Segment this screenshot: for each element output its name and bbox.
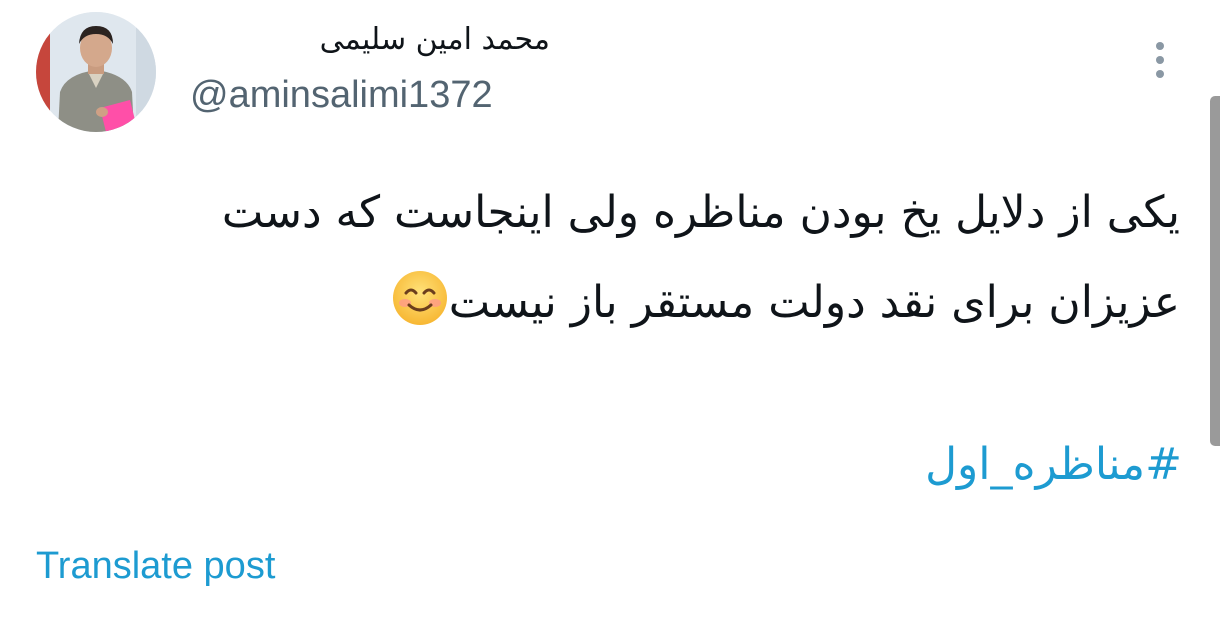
person-photo-icon	[36, 12, 156, 132]
post-text: یکی از دلایل یخ بودن مناظره ولی اینجاست …	[40, 168, 1180, 348]
translate-post-link[interactable]: Translate post	[36, 542, 275, 590]
avatar[interactable]	[36, 12, 156, 132]
post-text-line-2: عزیزان برای نقد دولت مستقر باز نیست	[40, 258, 1180, 348]
smiling-face-icon	[392, 271, 447, 325]
post-card: محمد امین سلیمی @aminsalimi1372 یکی از د…	[0, 0, 1220, 636]
author-handle[interactable]: @aminsalimi1372	[190, 72, 493, 118]
scrollbar[interactable]	[1210, 96, 1220, 446]
post-text-line: عزیزان برای نقد دولت مستقر باز نیست	[448, 277, 1180, 328]
hashtag-link[interactable]: #مناظره_اول	[600, 432, 1182, 498]
author-display-name[interactable]: محمد امین سلیمی	[190, 18, 550, 62]
post-text-line: یکی از دلایل یخ بودن مناظره ولی اینجاست …	[221, 187, 1180, 238]
more-options-button[interactable]	[1142, 38, 1178, 82]
